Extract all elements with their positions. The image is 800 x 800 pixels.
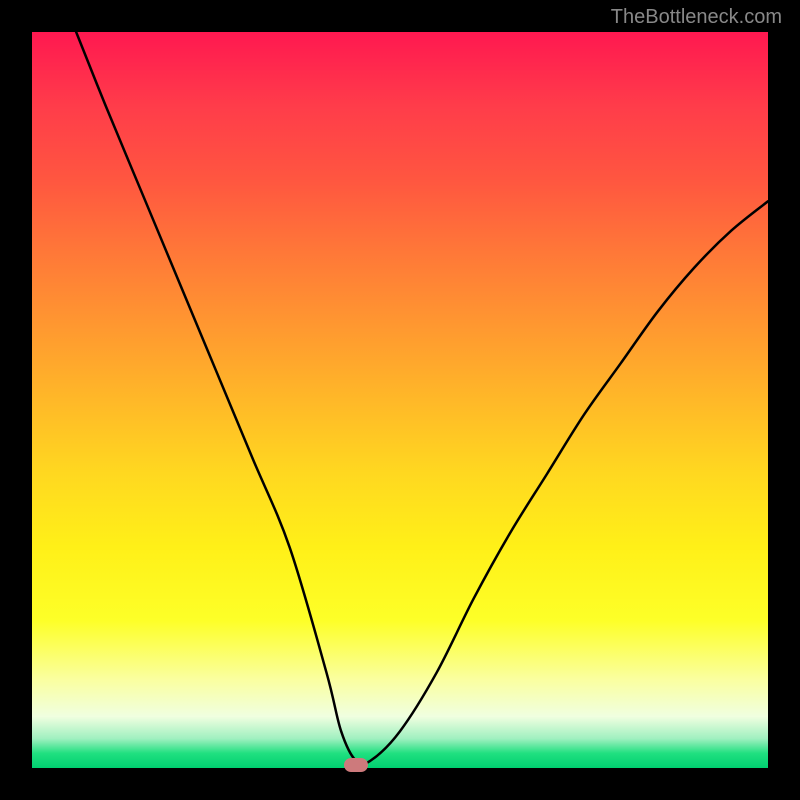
minimum-marker (344, 758, 368, 772)
chart-plot-area (32, 32, 768, 768)
bottleneck-curve (32, 32, 768, 768)
watermark-text: TheBottleneck.com (611, 6, 782, 29)
